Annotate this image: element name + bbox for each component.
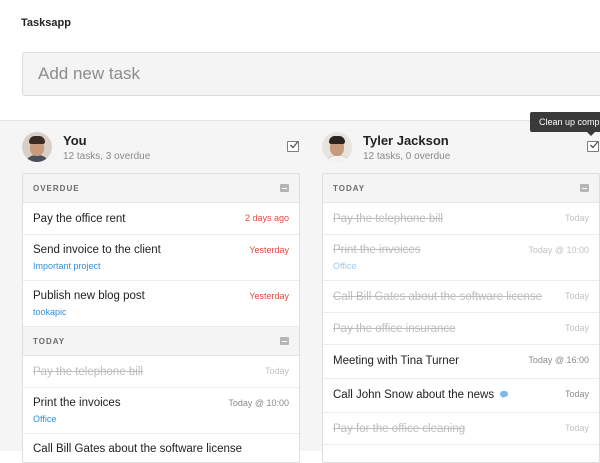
- task-row[interactable]: Call Bill Gates about the software licen…: [23, 434, 299, 462]
- task-due: Yesterday: [249, 291, 289, 301]
- task-row[interactable]: Publish new blog post tookapic Yesterday: [23, 281, 299, 327]
- task-due: Today @ 10:00: [528, 245, 589, 255]
- task-title: Meeting with Tina Turner: [333, 355, 459, 367]
- task-due: Today: [564, 291, 589, 301]
- task-due: Today @ 10:00: [228, 398, 289, 408]
- task-tag-link[interactable]: Important project: [33, 261, 101, 271]
- task-row[interactable]: Pay the telephone bill Today: [323, 203, 599, 235]
- task-title: Call Bill Gates about the software licen…: [33, 443, 243, 455]
- collapse-icon[interactable]: [580, 184, 589, 192]
- task-title-text: Call John Snow about the news: [333, 389, 495, 401]
- task-title: Print the invoices: [333, 244, 421, 256]
- section-label: OVERDUE: [33, 184, 80, 193]
- task-list: OVERDUE Pay the office rent 2 days ago S…: [22, 173, 300, 463]
- task-tag-link[interactable]: tookapic: [33, 307, 67, 317]
- new-task-input[interactable]: [22, 52, 600, 96]
- task-row[interactable]: Meeting with Tina Turner Today @ 16:00: [323, 345, 599, 379]
- section-header-overdue: OVERDUE: [23, 174, 299, 203]
- task-due: Today: [564, 323, 589, 333]
- column-tyler-jackson: Tyler Jackson 12 tasks, 0 overdue TODAY …: [322, 121, 600, 463]
- task-row[interactable]: Call Bill Gates about the software licen…: [323, 281, 599, 313]
- task-title: Pay the office rent: [33, 213, 126, 225]
- comment-icon[interactable]: [500, 391, 509, 398]
- person-name: Tyler Jackson: [363, 133, 449, 148]
- task-row[interactable]: Send invoice to the client Important pro…: [23, 235, 299, 281]
- task-row[interactable]: Print the invoices Office Today @ 10:00: [23, 388, 299, 434]
- task-title: Publish new blog post: [33, 290, 145, 302]
- task-due: Today @ 16:00: [528, 355, 589, 365]
- collapse-icon[interactable]: [280, 184, 289, 192]
- task-row[interactable]: Pay the office rent 2 days ago: [23, 203, 299, 235]
- person-name: You: [63, 133, 87, 148]
- column-you: You 12 tasks, 3 overdue OVERDUE Pay the …: [22, 121, 300, 463]
- section-label: TODAY: [333, 184, 366, 193]
- task-due: Today: [564, 213, 589, 223]
- task-title: Pay the telephone bill: [333, 213, 443, 225]
- task-row[interactable]: Pay the telephone bill Today: [23, 356, 299, 388]
- tooltip: Clean up comp: [530, 112, 600, 132]
- task-due: Today: [564, 389, 589, 399]
- task-row[interactable]: Pay for the office cleaning Today: [323, 413, 599, 445]
- task-row[interactable]: Print the invoices Office Today @ 10:00: [323, 235, 599, 281]
- task-row[interactable]: Pay the office insurance Today: [323, 313, 599, 345]
- person-task-summary: 12 tasks, 3 overdue: [63, 151, 151, 162]
- collapse-icon[interactable]: [280, 337, 289, 345]
- task-board: You 12 tasks, 3 overdue OVERDUE Pay the …: [0, 120, 600, 463]
- app-title: Tasksapp: [21, 17, 71, 29]
- task-due: Today: [564, 423, 589, 433]
- checkbox-icon[interactable]: [287, 141, 299, 152]
- section-label: TODAY: [33, 337, 66, 346]
- avatar: [322, 132, 352, 162]
- tooltip-arrow: [587, 132, 595, 136]
- task-due: Yesterday: [249, 245, 289, 255]
- task-due: Today: [264, 366, 289, 376]
- task-title: Pay for the office cleaning: [333, 423, 466, 435]
- task-title: Pay the telephone bill: [33, 366, 143, 378]
- checkbox-icon[interactable]: [587, 141, 599, 152]
- task-row[interactable]: Call John Snow about the news Today: [323, 379, 599, 413]
- task-due: 2 days ago: [244, 213, 289, 223]
- task-tag-link[interactable]: Office: [333, 261, 356, 271]
- section-header-today: TODAY: [323, 174, 599, 203]
- task-title: Call John Snow about the news: [333, 389, 509, 401]
- task-tag-link[interactable]: Office: [33, 414, 56, 424]
- task-title: Call Bill Gates about the software licen…: [333, 291, 543, 303]
- task-title: Send invoice to the client: [33, 244, 161, 256]
- task-list: TODAY Pay the telephone bill Today Print…: [322, 173, 600, 463]
- column-header: You 12 tasks, 3 overdue: [22, 121, 300, 173]
- top-bar: Tasksapp: [0, 0, 600, 120]
- task-title: Print the invoices: [33, 397, 121, 409]
- avatar: [22, 132, 52, 162]
- section-header-today: TODAY: [23, 327, 299, 356]
- task-title: Pay the office insurance: [333, 323, 456, 335]
- person-task-summary: 12 tasks, 0 overdue: [363, 151, 451, 162]
